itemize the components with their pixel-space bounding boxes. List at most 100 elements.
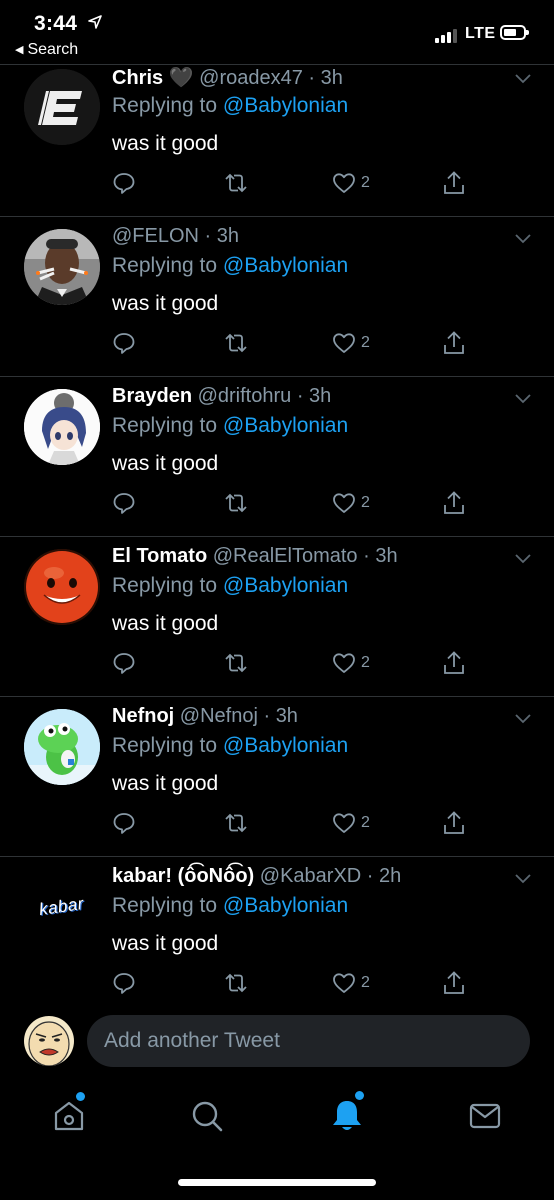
like-button[interactable]: 2	[332, 809, 370, 837]
display-name[interactable]: kabar! (ô͡oNô͡o)	[112, 865, 254, 887]
heart-icon	[333, 333, 355, 353]
tweet-actions: 2	[112, 969, 472, 997]
tab-home[interactable]	[49, 1092, 89, 1136]
tweet-age: 3h	[320, 67, 343, 89]
reply-button[interactable]	[112, 969, 136, 997]
replying-to: Replying to @Babylonian	[112, 414, 349, 437]
heart-icon	[333, 813, 355, 833]
tweet-age: 3h	[216, 225, 240, 247]
chevron-down-icon[interactable]	[514, 233, 532, 245]
replying-to: Replying to @Babylonian	[112, 254, 349, 277]
tweet-actions: 2	[112, 809, 472, 837]
home-indicator[interactable]	[178, 1179, 376, 1186]
user-handle[interactable]: @Nefnoj	[180, 705, 258, 727]
mention-link[interactable]: @Babylonian	[223, 254, 348, 277]
network-type: LTE	[465, 25, 496, 42]
like-count: 2	[361, 974, 370, 991]
replying-to: Replying to @Babylonian	[112, 574, 349, 597]
avatar[interactable]: kabar	[24, 869, 100, 945]
retweet-button[interactable]	[222, 809, 250, 837]
tweet[interactable]: El Tomato @RealElTomato · 3h Replying to…	[0, 537, 554, 697]
like-button[interactable]: 2	[332, 329, 370, 357]
chevron-down-icon[interactable]	[514, 393, 532, 405]
user-handle[interactable]: @FELON	[112, 225, 199, 247]
tweet[interactable]: Nefnoj @Nefnoj · 3h Replying to @Babylon…	[0, 697, 554, 857]
mention-link[interactable]: @Babylonian	[223, 94, 348, 117]
chevron-down-icon[interactable]	[514, 553, 532, 565]
my-avatar[interactable]	[24, 1016, 74, 1066]
tweet-header: Nefnoj @Nefnoj · 3h	[112, 705, 298, 727]
bell-icon	[333, 1101, 361, 1130]
mention-link[interactable]: @Babylonian	[223, 414, 348, 437]
retweet-button[interactable]	[222, 969, 250, 997]
tweet-header: kabar! (ô͡oNô͡o) @KabarXD · 2h	[112, 865, 402, 887]
reply-icon	[113, 813, 135, 834]
display-name[interactable]: Chris 🖤	[112, 67, 194, 89]
retweet-button[interactable]	[222, 649, 250, 677]
avatar[interactable]	[24, 549, 100, 625]
user-handle[interactable]: @RealElTomato	[213, 545, 358, 567]
tweet-text: was it good	[112, 452, 219, 475]
display-name[interactable]: Brayden	[112, 385, 192, 407]
chevron-down-icon[interactable]	[514, 713, 532, 725]
retweet-button[interactable]	[222, 489, 250, 517]
notifications-new-indicator	[355, 1091, 364, 1100]
home-new-indicator	[76, 1092, 85, 1101]
tab-messages[interactable]	[465, 1096, 505, 1136]
reply-list: Chris 🖤 @roadex47 · 3h Replying to @Baby…	[0, 64, 554, 1003]
user-handle[interactable]: @roadex47	[199, 67, 303, 89]
mention-link[interactable]: @Babylonian	[223, 894, 348, 917]
display-name[interactable]: El Tomato	[112, 545, 207, 567]
add-tweet-input[interactable]: Add another Tweet	[87, 1015, 530, 1067]
tab-notifications[interactable]	[327, 1091, 367, 1136]
share-button[interactable]	[442, 649, 466, 677]
share-button[interactable]	[442, 809, 466, 837]
avatar[interactable]	[24, 229, 100, 305]
share-button[interactable]	[442, 489, 466, 517]
heart-icon	[333, 493, 355, 513]
share-icon	[444, 651, 464, 674]
tweet[interactable]: kabar kabar! (ô͡oNô͡o) @KabarXD · 2h Rep…	[0, 857, 554, 1003]
retweet-button[interactable]	[222, 169, 250, 197]
share-button[interactable]	[442, 969, 466, 997]
avatar[interactable]	[24, 389, 100, 465]
retweet-icon	[225, 813, 247, 833]
home-icon	[54, 1101, 84, 1131]
search-icon	[192, 1101, 223, 1132]
retweet-icon	[225, 173, 247, 193]
tab-search[interactable]	[187, 1096, 227, 1136]
avatar[interactable]	[24, 69, 100, 145]
mention-link[interactable]: @Babylonian	[223, 734, 348, 757]
user-handle[interactable]: @KabarXD	[260, 865, 361, 887]
tweet[interactable]: Chris 🖤 @roadex47 · 3h Replying to @Baby…	[0, 65, 554, 217]
like-button[interactable]: 2	[332, 169, 370, 197]
reply-button[interactable]	[112, 169, 136, 197]
reply-button[interactable]	[112, 489, 136, 517]
back-to-search-button[interactable]: ◀ Search	[15, 41, 78, 59]
user-handle[interactable]: @driftohru	[198, 385, 292, 407]
like-count: 2	[361, 814, 370, 831]
reply-button[interactable]	[112, 649, 136, 677]
share-icon	[444, 171, 464, 194]
mention-link[interactable]: @Babylonian	[223, 574, 348, 597]
avatar-text: kabar	[38, 893, 86, 920]
reply-button[interactable]	[112, 809, 136, 837]
like-button[interactable]: 2	[332, 489, 370, 517]
like-button[interactable]: 2	[332, 649, 370, 677]
display-name[interactable]: Nefnoj	[112, 705, 174, 727]
avatar[interactable]	[24, 709, 100, 785]
retweet-button[interactable]	[222, 329, 250, 357]
tweet-age: 3h	[309, 385, 332, 407]
tweet[interactable]: @FELON · 3h Replying to @Babylonian was …	[0, 217, 554, 377]
share-button[interactable]	[442, 169, 466, 197]
like-button[interactable]: 2	[332, 969, 370, 997]
reply-button[interactable]	[112, 329, 136, 357]
battery-icon	[500, 25, 529, 40]
chevron-down-icon[interactable]	[514, 873, 532, 885]
tweet-age: 3h	[375, 545, 398, 567]
tweet[interactable]: Brayden @driftohru · 3h Replying to @Bab…	[0, 377, 554, 537]
share-button[interactable]	[442, 329, 466, 357]
heart-icon	[333, 173, 355, 193]
reply-icon	[113, 333, 135, 354]
chevron-down-icon[interactable]	[514, 73, 532, 85]
